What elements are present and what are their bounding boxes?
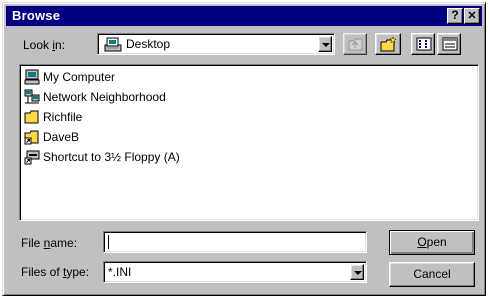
file-label: My Computer: [43, 70, 116, 84]
look-in-label: Look in:: [23, 38, 66, 52]
text-caret: [108, 235, 109, 249]
cancel-button-label: Cancel: [413, 267, 451, 281]
network-icon: [24, 89, 40, 105]
file-label: Network Neighborhood: [43, 90, 166, 104]
file-name-input[interactable]: [103, 231, 367, 253]
new-folder-icon: [380, 36, 398, 55]
list-view-icon: [416, 37, 432, 54]
file-label: Shortcut to 3½ Floppy (A): [43, 150, 180, 164]
close-icon: ✕: [467, 10, 477, 22]
new-folder-button[interactable]: [375, 33, 401, 55]
open-button-label: Open: [417, 235, 447, 249]
shortcut-folder-icon: [24, 129, 40, 145]
cancel-button[interactable]: Cancel: [389, 262, 475, 287]
list-item[interactable]: Network Neighborhood: [24, 88, 166, 106]
folder-icon: [24, 109, 40, 125]
file-type-dropdown[interactable]: *.INI: [103, 261, 367, 283]
list-item[interactable]: My Computer: [24, 68, 115, 86]
look-in-dropdown-arrow[interactable]: [318, 36, 332, 52]
open-button[interactable]: Open: [389, 230, 475, 255]
floppy-shortcut-icon: [24, 149, 40, 165]
file-list[interactable]: My Computer Network Neighborhood Richfil…: [19, 64, 479, 221]
desktop-icon: [104, 36, 122, 55]
file-type-value: *.INI: [108, 265, 132, 279]
close-button[interactable]: ✕: [464, 8, 480, 24]
list-item[interactable]: DaveB: [24, 128, 79, 146]
look-in-value: Desktop: [126, 37, 171, 51]
look-in-dropdown[interactable]: Desktop: [97, 33, 335, 55]
up-one-level-button[interactable]: [343, 33, 367, 55]
help-button[interactable]: ?: [447, 8, 463, 24]
computer-icon: [24, 69, 40, 85]
file-type-label: Files of type:: [21, 265, 90, 279]
file-label: DaveB: [43, 130, 80, 144]
title-bar[interactable]: Browse ? ✕: [6, 6, 482, 26]
window-title: Browse: [12, 8, 61, 23]
list-item[interactable]: Richfile: [24, 108, 82, 126]
list-view-button[interactable]: [411, 33, 435, 55]
file-label: Richfile: [43, 110, 83, 124]
file-type-dropdown-arrow[interactable]: [350, 264, 364, 280]
details-view-button[interactable]: [437, 33, 461, 55]
help-icon: ?: [451, 8, 459, 22]
browse-dialog: Browse ? ✕ Look in: Desktop My Computer …: [2, 2, 486, 296]
list-item[interactable]: Shortcut to 3½ Floppy (A): [24, 148, 180, 166]
details-view-icon: [442, 37, 458, 54]
up-one-level-icon: [348, 37, 364, 54]
file-name-label: File name:: [21, 236, 78, 250]
